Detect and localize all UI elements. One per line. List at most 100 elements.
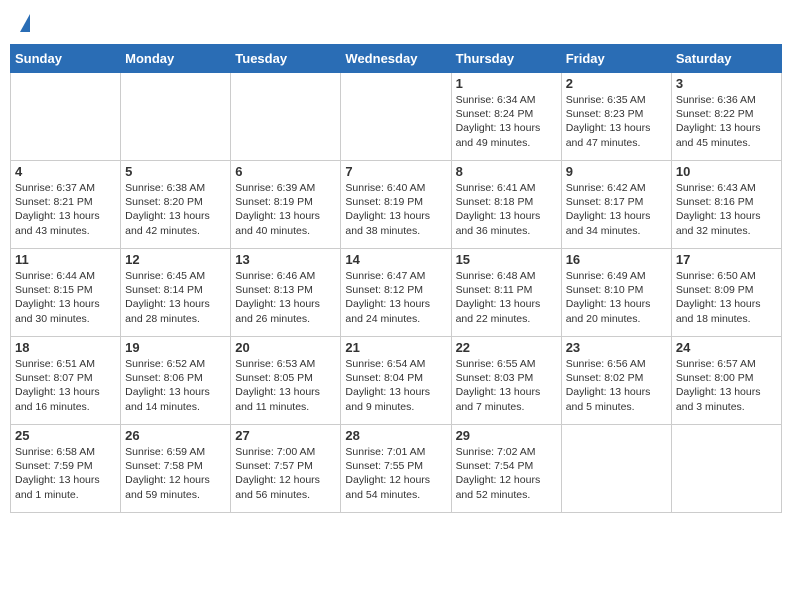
day-number: 25 [15,428,116,443]
day-number: 22 [456,340,557,355]
calendar-cell: 2 Sunrise: 6:35 AMSunset: 8:23 PMDaylight… [561,73,671,161]
day-info: Sunrise: 6:36 AMSunset: 8:22 PMDaylight:… [676,93,777,150]
calendar-table: SundayMondayTuesdayWednesdayThursdayFrid… [10,44,782,513]
day-number: 27 [235,428,336,443]
day-number: 10 [676,164,777,179]
day-info: Sunrise: 6:39 AMSunset: 8:19 PMDaylight:… [235,181,336,238]
day-number: 15 [456,252,557,267]
calendar-cell [121,73,231,161]
day-number: 8 [456,164,557,179]
day-info: Sunrise: 6:53 AMSunset: 8:05 PMDaylight:… [235,357,336,414]
day-number: 11 [15,252,116,267]
calendar-cell: 18 Sunrise: 6:51 AMSunset: 8:07 PMDayligh… [11,337,121,425]
day-number: 23 [566,340,667,355]
day-info: Sunrise: 6:40 AMSunset: 8:19 PMDaylight:… [345,181,446,238]
calendar-cell: 24Sunrise: 6:57 AMSunset: 8:00 PMDayligh… [671,337,781,425]
day-info: Sunrise: 6:55 AMSunset: 8:03 PMDaylight:… [456,357,557,414]
logo [18,14,30,32]
calendar-cell: 12 Sunrise: 6:45 AMSunset: 8:14 PMDayligh… [121,249,231,337]
day-number: 4 [15,164,116,179]
calendar-cell [231,73,341,161]
day-info: Sunrise: 6:54 AMSunset: 8:04 PMDaylight:… [345,357,446,414]
day-number: 29 [456,428,557,443]
calendar-cell: 23 Sunrise: 6:56 AMSunset: 8:02 PMDayligh… [561,337,671,425]
day-info: Sunrise: 6:35 AMSunset: 8:23 PMDaylight:… [566,93,667,150]
calendar-cell: 28 Sunrise: 7:01 AMSunset: 7:55 PMDayligh… [341,425,451,513]
day-info: Sunrise: 6:41 AMSunset: 8:18 PMDaylight:… [456,181,557,238]
day-number: 9 [566,164,667,179]
day-info: Sunrise: 6:59 AMSunset: 7:58 PMDaylight:… [125,445,226,502]
day-info: Sunrise: 6:45 AMSunset: 8:14 PMDaylight:… [125,269,226,326]
calendar-cell: 29 Sunrise: 7:02 AMSunset: 7:54 PMDayligh… [451,425,561,513]
day-info: Sunrise: 6:49 AMSunset: 8:10 PMDaylight:… [566,269,667,326]
day-number: 14 [345,252,446,267]
calendar-cell [11,73,121,161]
day-info: Sunrise: 6:37 AMSunset: 8:21 PMDaylight:… [15,181,116,238]
logo-triangle-icon [20,14,30,32]
day-number: 3 [676,76,777,91]
calendar-cell: 8 Sunrise: 6:41 AMSunset: 8:18 PMDaylight… [451,161,561,249]
calendar-cell: 3 Sunrise: 6:36 AMSunset: 8:22 PMDaylight… [671,73,781,161]
calendar-cell: 19Sunrise: 6:52 AMSunset: 8:06 PMDayligh… [121,337,231,425]
calendar-cell: 9Sunrise: 6:42 AMSunset: 8:17 PMDaylight… [561,161,671,249]
day-info: Sunrise: 6:51 AMSunset: 8:07 PMDaylight:… [15,357,116,414]
day-info: Sunrise: 7:02 AMSunset: 7:54 PMDaylight:… [456,445,557,502]
calendar-cell: 25 Sunrise: 6:58 AMSunset: 7:59 PMDayligh… [11,425,121,513]
day-number: 28 [345,428,446,443]
calendar-cell: 14 Sunrise: 6:47 AMSunset: 8:12 PMDayligh… [341,249,451,337]
day-info: Sunrise: 6:47 AMSunset: 8:12 PMDaylight:… [345,269,446,326]
calendar-cell: 11 Sunrise: 6:44 AMSunset: 8:15 PMDayligh… [11,249,121,337]
day-info: Sunrise: 6:34 AMSunset: 8:24 PMDaylight:… [456,93,557,150]
day-number: 2 [566,76,667,91]
day-number: 5 [125,164,226,179]
weekday-header: Thursday [451,45,561,73]
calendar-cell: 5 Sunrise: 6:38 AMSunset: 8:20 PMDaylight… [121,161,231,249]
day-number: 24 [676,340,777,355]
weekday-header: Sunday [11,45,121,73]
day-info: Sunrise: 7:01 AMSunset: 7:55 PMDaylight:… [345,445,446,502]
calendar-cell [671,425,781,513]
day-info: Sunrise: 6:43 AMSunset: 8:16 PMDaylight:… [676,181,777,238]
day-number: 26 [125,428,226,443]
day-number: 6 [235,164,336,179]
week-row: 11 Sunrise: 6:44 AMSunset: 8:15 PMDayligh… [11,249,782,337]
week-row: 4 Sunrise: 6:37 AMSunset: 8:21 PMDaylight… [11,161,782,249]
day-info: Sunrise: 6:56 AMSunset: 8:02 PMDaylight:… [566,357,667,414]
day-number: 16 [566,252,667,267]
week-row: 25 Sunrise: 6:58 AMSunset: 7:59 PMDayligh… [11,425,782,513]
day-info: Sunrise: 6:50 AMSunset: 8:09 PMDaylight:… [676,269,777,326]
calendar-cell [561,425,671,513]
day-info: Sunrise: 6:52 AMSunset: 8:06 PMDaylight:… [125,357,226,414]
day-info: Sunrise: 6:48 AMSunset: 8:11 PMDaylight:… [456,269,557,326]
calendar-cell: 16 Sunrise: 6:49 AMSunset: 8:10 PMDayligh… [561,249,671,337]
day-number: 21 [345,340,446,355]
calendar-cell: 27Sunrise: 7:00 AMSunset: 7:57 PMDayligh… [231,425,341,513]
day-info: Sunrise: 6:58 AMSunset: 7:59 PMDaylight:… [15,445,116,502]
weekday-header: Monday [121,45,231,73]
calendar-cell: 1 Sunrise: 6:34 AMSunset: 8:24 PMDaylight… [451,73,561,161]
calendar-header-row: SundayMondayTuesdayWednesdayThursdayFrid… [11,45,782,73]
day-number: 20 [235,340,336,355]
day-number: 17 [676,252,777,267]
day-number: 1 [456,76,557,91]
day-info: Sunrise: 6:38 AMSunset: 8:20 PMDaylight:… [125,181,226,238]
calendar-cell: 6 Sunrise: 6:39 AMSunset: 8:19 PMDaylight… [231,161,341,249]
day-number: 13 [235,252,336,267]
calendar-cell: 4 Sunrise: 6:37 AMSunset: 8:21 PMDaylight… [11,161,121,249]
calendar-cell: 15 Sunrise: 6:48 AMSunset: 8:11 PMDayligh… [451,249,561,337]
page-header [10,10,782,36]
calendar-cell: 21 Sunrise: 6:54 AMSunset: 8:04 PMDayligh… [341,337,451,425]
day-info: Sunrise: 6:46 AMSunset: 8:13 PMDaylight:… [235,269,336,326]
week-row: 1 Sunrise: 6:34 AMSunset: 8:24 PMDaylight… [11,73,782,161]
calendar-cell: 7 Sunrise: 6:40 AMSunset: 8:19 PMDaylight… [341,161,451,249]
day-number: 7 [345,164,446,179]
weekday-header: Saturday [671,45,781,73]
calendar-cell: 22 Sunrise: 6:55 AMSunset: 8:03 PMDayligh… [451,337,561,425]
day-number: 12 [125,252,226,267]
calendar-cell: 10 Sunrise: 6:43 AMSunset: 8:16 PMDayligh… [671,161,781,249]
day-info: Sunrise: 6:44 AMSunset: 8:15 PMDaylight:… [15,269,116,326]
calendar-cell [341,73,451,161]
calendar-cell: 13 Sunrise: 6:46 AMSunset: 8:13 PMDayligh… [231,249,341,337]
calendar-cell: 20 Sunrise: 6:53 AMSunset: 8:05 PMDayligh… [231,337,341,425]
day-number: 18 [15,340,116,355]
